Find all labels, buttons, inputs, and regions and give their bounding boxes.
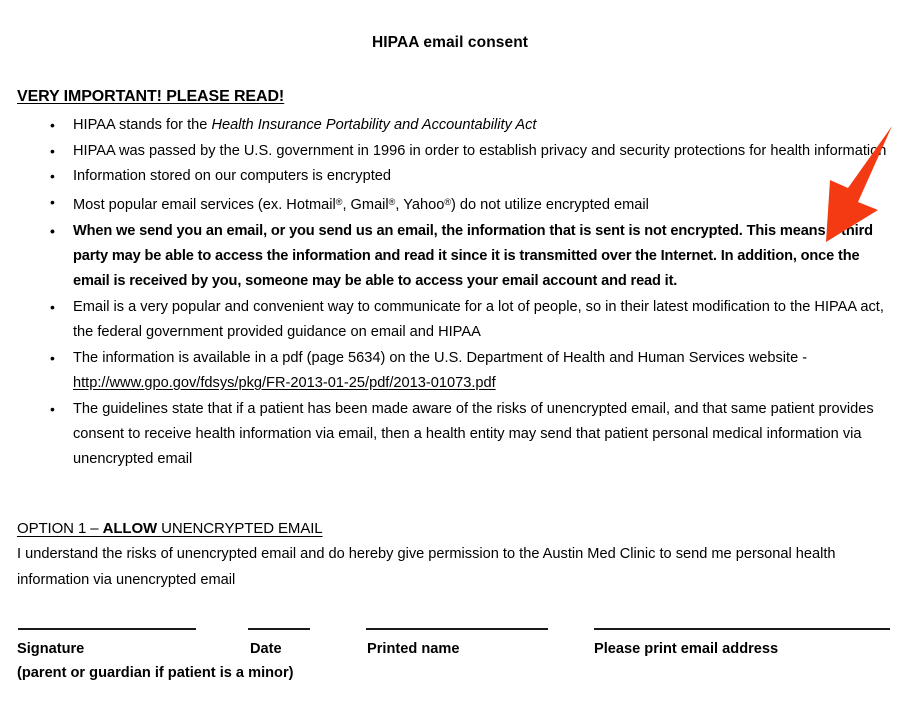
bullet-text: HIPAA was passed by the U.S. government … xyxy=(73,142,887,159)
bullet-text: , Yahoo xyxy=(395,196,445,213)
page-title: HIPAA email consent xyxy=(371,34,529,51)
option-heading-allow: ALLOW xyxy=(102,520,158,537)
document-page: HIPAA email consent VERY IMPORTANT! PLEA… xyxy=(0,0,900,702)
important-points-list: HIPAA stands for the Health Insurance Po… xyxy=(40,113,892,473)
list-item: Information stored on our computers is e… xyxy=(40,164,892,189)
bullet-text: The information is available in a pdf (p… xyxy=(73,349,808,366)
list-item: HIPAA was passed by the U.S. government … xyxy=(40,139,892,164)
list-item: Email is a very popular and convenient w… xyxy=(40,295,892,345)
bullet-text: The guidelines state that if a patient h… xyxy=(73,400,874,467)
signature-label: Signature xyxy=(17,641,85,657)
bullet-text: , Gmail xyxy=(342,196,389,213)
gpo-pdf-link[interactable]: http://www.gpo.gov/fdsys/pkg/FR-2013-01-… xyxy=(73,375,496,391)
bullet-text: Most popular email services (ex. Hotmail xyxy=(73,196,336,213)
email-address-label: Please print email address xyxy=(594,641,779,657)
list-item: The information is available in a pdf (p… xyxy=(40,346,892,396)
list-item: The guidelines state that if a patient h… xyxy=(40,397,892,473)
option-1-consent-text: I understand the risks of unencrypted em… xyxy=(17,546,836,588)
printed-name-line[interactable] xyxy=(366,628,548,630)
list-item: HIPAA stands for the Health Insurance Po… xyxy=(40,113,892,138)
list-item-emphasized: When we send you an email, or you send u… xyxy=(40,219,892,295)
signature-line[interactable] xyxy=(18,628,196,630)
bullet-text-prefix: HIPAA stands for the xyxy=(73,117,212,133)
bullet-text-italic-act-name: Health Insurance Portability and Account… xyxy=(211,117,537,133)
date-label: Date xyxy=(250,641,282,657)
option-1-heading: OPTION 1 – ALLOW UNENCRYPTED EMAIL xyxy=(17,520,323,537)
bullet-text: ) do not utilize encrypted email xyxy=(450,196,649,213)
signature-sublabel: (parent or guardian if patient is a mino… xyxy=(17,665,294,681)
printed-name-label: Printed name xyxy=(367,641,460,657)
option-heading-prefix: OPTION 1 – xyxy=(17,520,103,537)
bullet-text: Email is a very popular and convenient w… xyxy=(73,298,884,340)
signature-block: Signature (parent or guardian if patient… xyxy=(0,628,900,702)
section-heading-very-important: VERY IMPORTANT! PLEASE READ! xyxy=(17,88,285,105)
bullet-text: Information stored on our computers is e… xyxy=(73,168,391,185)
registered-trademark-icon: ® xyxy=(444,197,451,208)
email-address-line[interactable] xyxy=(594,628,890,630)
bullet-text-bold-warning: When we send you an email, or you send u… xyxy=(73,222,873,290)
option-heading-suffix: UNENCRYPTED EMAIL xyxy=(157,520,323,537)
date-line[interactable] xyxy=(248,628,310,630)
list-item: Most popular email services (ex. Hotmail… xyxy=(40,190,892,218)
